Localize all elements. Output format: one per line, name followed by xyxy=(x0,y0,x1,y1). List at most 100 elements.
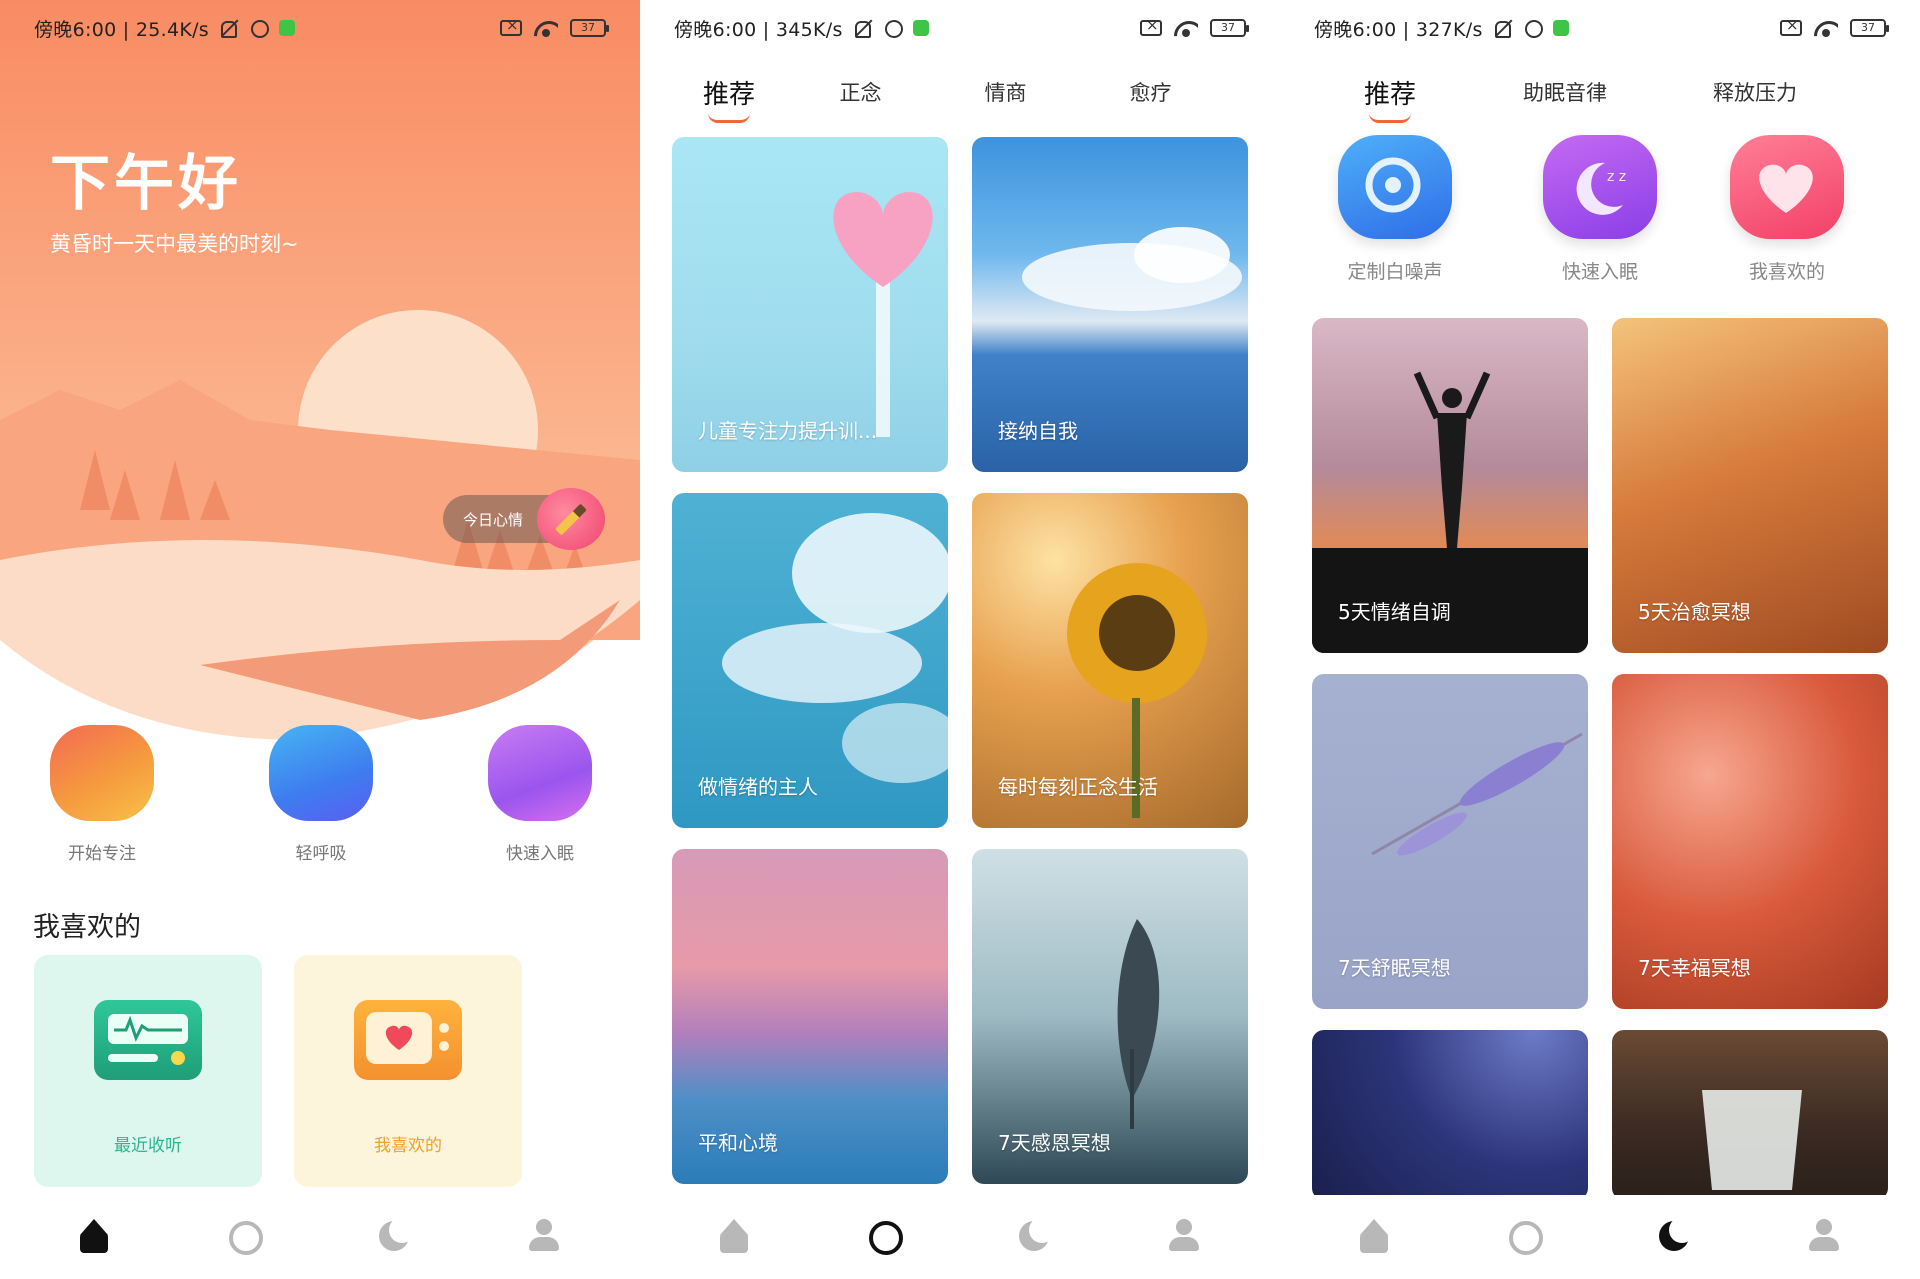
svg-text:z z: z z xyxy=(1607,169,1626,185)
sleep-tab-icon[interactable] xyxy=(375,1217,415,1257)
edit-mood-button[interactable] xyxy=(537,488,605,550)
sunset-hero: 下午好 黄昏时一天中最美的时刻~ 今日心情 xyxy=(0,0,640,740)
profile-icon[interactable] xyxy=(1805,1217,1845,1257)
card-label: 最近收听 xyxy=(114,1136,182,1156)
moon-zzz-icon: z z xyxy=(1543,135,1657,239)
tab-recommend[interactable]: 推荐 xyxy=(1310,74,1470,123)
course-title: 接纳自我 xyxy=(998,419,1078,443)
status-text: 傍晚6:00 | 345K/s xyxy=(674,18,843,41)
quick-action-label: 开始专注 xyxy=(68,844,136,864)
battery-icon: 37 xyxy=(1850,19,1889,37)
cup-image xyxy=(1702,1090,1802,1190)
favorites-title: 我喜欢的 xyxy=(33,912,141,943)
wechat-icon xyxy=(912,20,929,36)
tab-healing[interactable]: 愈疗 xyxy=(1078,77,1223,107)
alarm-icon xyxy=(1523,18,1543,38)
radio-icon xyxy=(94,1000,202,1080)
course-tile[interactable]: 5天治愈冥想 xyxy=(1612,318,1888,653)
feature-favorites[interactable]: 我喜欢的 xyxy=(1712,135,1862,284)
wifi-icon xyxy=(1174,19,1198,37)
quick-action-label: 轻呼吸 xyxy=(295,844,347,864)
quick-action-label: 快速入眠 xyxy=(506,844,574,864)
course-tile[interactable]: 7天幸福冥想 xyxy=(1612,674,1888,1009)
status-bar: 傍晚6:00 | 345K/s 37 xyxy=(640,0,1280,56)
card-label: 我喜欢的 xyxy=(374,1136,442,1156)
no-sim-icon xyxy=(1140,16,1162,36)
mute-icon xyxy=(219,18,239,38)
card-recent-listen[interactable]: 最近收听 xyxy=(34,955,262,1187)
wifi-icon xyxy=(534,19,558,37)
wifi-icon xyxy=(1814,19,1838,37)
quick-action-focus[interactable]: 开始专注 xyxy=(42,725,162,864)
home-icon[interactable] xyxy=(715,1217,755,1257)
tab-release-stress[interactable]: 释放压力 xyxy=(1660,77,1850,107)
course-tile[interactable]: 7天感恩冥想 xyxy=(972,849,1248,1184)
bottom-tab-bar xyxy=(640,1195,1280,1279)
greeting-subtitle: 黄昏时一天中最美的时刻~ xyxy=(50,232,299,256)
course-title: 做情绪的主人 xyxy=(698,775,818,799)
mute-icon xyxy=(853,18,873,38)
home-icon[interactable] xyxy=(1355,1217,1395,1257)
course-tile[interactable] xyxy=(1312,1030,1588,1200)
wechat-icon xyxy=(1552,20,1569,36)
battery-icon: 37 xyxy=(570,19,609,37)
alarm-icon xyxy=(249,18,270,38)
home-screen: 下午好 黄昏时一天中最美的时刻~ 今日心情 傍晚6:00 | 25.4K/s 3… xyxy=(0,0,640,1279)
course-tile[interactable]: 平和心境 xyxy=(672,849,948,1184)
course-tile[interactable]: 7天舒眠冥想 xyxy=(1312,674,1588,1009)
course-tile[interactable]: 每时每刻正念生活 xyxy=(972,493,1248,828)
profile-icon[interactable] xyxy=(1165,1217,1205,1257)
tv-heart-icon xyxy=(354,1000,462,1080)
discover-icon[interactable] xyxy=(865,1217,905,1257)
discover-screen: 傍晚6:00 | 345K/s 37 推荐 正念 情商 愈疗 儿童专注力提升训.… xyxy=(640,0,1280,1279)
focus-icon xyxy=(50,725,154,821)
tab-eq[interactable]: 情商 xyxy=(933,77,1078,107)
course-title: 7天幸福冥想 xyxy=(1638,956,1751,980)
bottom-tab-bar xyxy=(0,1195,640,1279)
feature-label: 快速入眠 xyxy=(1561,261,1638,283)
category-tabs: 推荐 正念 情商 愈疗 xyxy=(640,62,1280,123)
course-tile[interactable] xyxy=(1612,1030,1888,1200)
course-tile[interactable]: 接纳自我 xyxy=(972,137,1248,472)
discover-icon[interactable] xyxy=(225,1217,265,1257)
feature-quick-sleep[interactable]: z z 快速入眠 xyxy=(1525,135,1675,284)
course-title: 平和心境 xyxy=(698,1131,778,1155)
discover-icon[interactable] xyxy=(1505,1217,1545,1257)
bottom-tab-bar xyxy=(1280,1195,1920,1279)
alarm-icon xyxy=(883,18,903,38)
course-title: 每时每刻正念生活 xyxy=(998,775,1158,799)
feature-white-noise[interactable]: 定制白噪声 xyxy=(1320,135,1470,284)
status-text: 傍晚6:00 | 327K/s xyxy=(1314,18,1483,41)
course-title: 儿童专注力提升训... xyxy=(698,419,878,443)
card-my-favorites[interactable]: 我喜欢的 xyxy=(294,955,522,1187)
course-title: 7天舒眠冥想 xyxy=(1338,956,1451,980)
white-noise-icon xyxy=(1338,135,1452,239)
pencil-icon xyxy=(555,503,587,535)
sleep-tab-icon[interactable] xyxy=(1015,1217,1055,1257)
sunset-illustration xyxy=(0,0,640,740)
battery-icon: 37 xyxy=(1210,19,1249,37)
quick-action-breath[interactable]: 轻呼吸 xyxy=(261,725,381,864)
no-sim-icon xyxy=(500,16,522,36)
category-tabs: 推荐 助眠音律 释放压力 xyxy=(1280,62,1920,123)
status-bar: 傍晚6:00 | 327K/s 37 xyxy=(1280,0,1920,56)
course-title: 5天情绪自调 xyxy=(1338,600,1451,624)
app-screens: 下午好 黄昏时一天中最美的时刻~ 今日心情 傍晚6:00 | 25.4K/s 3… xyxy=(0,0,1920,1279)
course-tile[interactable]: 做情绪的主人 xyxy=(672,493,948,828)
feature-label: 我喜欢的 xyxy=(1748,261,1825,283)
profile-icon[interactable] xyxy=(525,1217,565,1257)
course-tile[interactable]: 5天情绪自调 xyxy=(1312,318,1588,653)
quick-action-sleep[interactable]: 快速入眠 xyxy=(480,725,600,864)
course-tile[interactable]: 儿童专注力提升训... xyxy=(672,137,948,472)
greeting-title: 下午好 xyxy=(50,149,242,219)
heart-icon xyxy=(1730,135,1844,239)
home-icon[interactable] xyxy=(75,1217,115,1257)
sleep-tab-icon[interactable] xyxy=(1655,1217,1695,1257)
mute-icon xyxy=(1493,18,1513,38)
sleep-icon xyxy=(488,725,592,821)
tab-sleep-music[interactable]: 助眠音律 xyxy=(1470,77,1660,107)
wechat-icon xyxy=(279,20,296,36)
tab-mindfulness[interactable]: 正念 xyxy=(788,77,933,107)
breath-icon xyxy=(269,725,373,821)
tab-recommend[interactable]: 推荐 xyxy=(670,74,788,123)
